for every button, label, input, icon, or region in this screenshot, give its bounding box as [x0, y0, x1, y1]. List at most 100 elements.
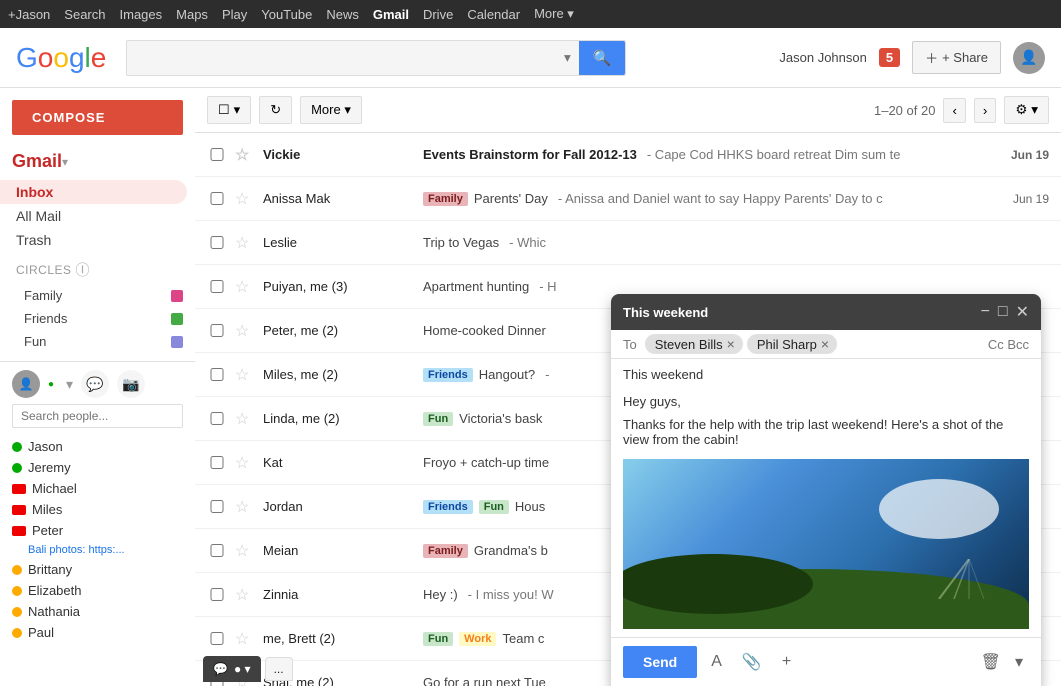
topbar-plus-jason[interactable]: +Jason — [8, 7, 50, 22]
sidebar-item-allmail[interactable]: All Mail — [0, 204, 187, 228]
star-icon[interactable]: ☆ — [235, 585, 255, 605]
compose-footer: Send A 📎 + 🗑 ▾ — [611, 637, 1041, 686]
person-item-brittany[interactable]: Brittany — [12, 559, 183, 580]
email-checkbox[interactable] — [207, 324, 227, 337]
table-row[interactable]: ☆ Leslie Trip to Vegas - Whic — [195, 221, 1061, 265]
email-checkbox[interactable] — [207, 500, 227, 513]
settings-button[interactable]: ⚙ ▾ — [1004, 96, 1049, 124]
compose-button[interactable]: COMPOSE — [12, 100, 183, 135]
checkbox-icon: ☐ — [218, 102, 230, 118]
expand-icon[interactable]: □ — [998, 303, 1008, 321]
email-checkbox[interactable] — [207, 588, 227, 601]
recipient-phil-sharp[interactable]: Phil Sharp × — [747, 334, 837, 354]
prev-page-button[interactable]: ‹ — [943, 98, 965, 123]
cloud-decoration — [879, 479, 999, 539]
people-search-input[interactable] — [12, 404, 183, 428]
star-icon[interactable]: ☆ — [235, 365, 255, 385]
email-checkbox[interactable] — [207, 412, 227, 425]
star-icon[interactable]: ☆ — [235, 189, 255, 209]
topbar-gmail[interactable]: Gmail — [373, 7, 409, 22]
email-checkbox[interactable] — [207, 456, 227, 469]
email-checkbox[interactable] — [207, 280, 227, 293]
person-item-paul[interactable]: Paul — [12, 622, 183, 643]
star-icon[interactable]: ☆ — [235, 541, 255, 561]
chat-button[interactable]: 💬 — [81, 370, 109, 398]
email-checkbox[interactable] — [207, 632, 227, 645]
insert-link-button[interactable]: + — [776, 649, 797, 675]
remove-recipient-icon[interactable]: × — [821, 336, 829, 352]
family-color — [171, 290, 183, 302]
compose-to-input[interactable] — [841, 337, 984, 352]
brittany-status-icon — [12, 565, 22, 575]
compose-header[interactable]: This weekend − □ ✕ — [611, 294, 1041, 330]
email-checkbox[interactable] — [207, 192, 227, 205]
person-item-peter[interactable]: Peter Bali photos: https:... — [12, 520, 183, 559]
notification-badge[interactable]: 5 — [879, 48, 900, 67]
topbar-search[interactable]: Search — [64, 7, 105, 22]
remove-recipient-icon[interactable]: × — [727, 336, 735, 352]
email-subject: Parents' Day — [474, 191, 548, 206]
sidebar-item-inbox[interactable]: Inbox — [0, 180, 187, 204]
minimize-icon[interactable]: − — [981, 303, 990, 321]
topbar-drive[interactable]: Drive — [423, 7, 453, 22]
email-checkbox[interactable] — [207, 368, 227, 381]
my-avatar[interactable]: 👤 — [12, 370, 40, 398]
star-icon[interactable]: ☆ — [235, 497, 255, 517]
select-all-button[interactable]: ☐ ▾ — [207, 96, 251, 124]
brittany-name: Brittany — [28, 562, 72, 577]
delete-draft-button[interactable]: 🗑 — [977, 648, 1005, 676]
circles-section: Circles ⓘ — [0, 252, 195, 284]
email-checkbox[interactable] — [207, 236, 227, 249]
avatar[interactable]: 👤 — [1013, 42, 1045, 74]
gmail-menu[interactable]: Gmail ▾ — [0, 147, 195, 180]
topbar-more[interactable]: More ▾ — [534, 6, 574, 22]
star-icon[interactable]: ☆ — [235, 321, 255, 341]
people-widget-icons: 👤 ● ▾ 💬 📷 — [12, 370, 183, 398]
person-item-jeremy[interactable]: Jeremy — [12, 457, 183, 478]
table-row[interactable]: ☆ Anissa Mak Family Parents' Day - Aniss… — [195, 177, 1061, 221]
email-snippet: - Anissa and Daniel want to say Happy Pa… — [558, 191, 883, 206]
star-icon[interactable]: ☆ — [235, 233, 255, 253]
topbar-news[interactable]: News — [326, 7, 359, 22]
person-item-elizabeth[interactable]: Elizabeth — [12, 580, 183, 601]
compose-options-button[interactable]: ▾ — [1009, 648, 1029, 676]
topbar-play[interactable]: Play — [222, 7, 247, 22]
person-item-nathania[interactable]: Nathania — [12, 601, 183, 622]
topbar-maps[interactable]: Maps — [176, 7, 208, 22]
cc-bcc-button[interactable]: Cc Bcc — [988, 337, 1029, 352]
email-checkbox[interactable] — [207, 148, 227, 161]
email-sender: Leslie — [263, 235, 423, 250]
table-row[interactable]: ☆ Vickie Events Brainstorm for Fall 2012… — [195, 133, 1061, 177]
person-item-miles[interactable]: Miles — [12, 499, 183, 520]
attach-file-button[interactable]: 📎 — [736, 648, 768, 676]
share-button[interactable]: ＋ + Share — [912, 41, 1001, 74]
sidebar-item-trash[interactable]: Trash — [0, 228, 187, 252]
send-button[interactable]: Send — [623, 646, 697, 678]
search-dropdown-button[interactable]: ▾ — [556, 50, 579, 66]
video-button[interactable]: 📷 — [117, 370, 145, 398]
recipient-steven-bills[interactable]: Steven Bills × — [645, 334, 743, 354]
star-icon[interactable]: ☆ — [235, 629, 255, 649]
user-name: Jason Johnson — [779, 50, 866, 65]
close-compose-icon[interactable]: ✕ — [1016, 302, 1029, 322]
next-page-button[interactable]: › — [974, 98, 996, 123]
star-icon[interactable]: ☆ — [235, 409, 255, 429]
sidebar-circle-fun[interactable]: Fun — [0, 330, 195, 353]
font-formatting-button[interactable]: A — [705, 649, 728, 675]
email-snippet: - — [545, 367, 549, 382]
refresh-button[interactable]: ↻ — [259, 96, 292, 124]
person-item-jason[interactable]: Jason — [12, 436, 183, 457]
topbar-youtube[interactable]: YouTube — [261, 7, 312, 22]
star-icon[interactable]: ☆ — [235, 453, 255, 473]
email-checkbox[interactable] — [207, 544, 227, 557]
search-submit-button[interactable]: 🔍 — [579, 41, 626, 75]
topbar-images[interactable]: Images — [120, 7, 163, 22]
star-icon[interactable]: ☆ — [235, 145, 255, 165]
search-input[interactable] — [127, 41, 556, 74]
person-item-michael[interactable]: Michael — [12, 478, 183, 499]
star-icon[interactable]: ☆ — [235, 277, 255, 297]
topbar-calendar[interactable]: Calendar — [467, 7, 520, 22]
sidebar-circle-family[interactable]: Family — [0, 284, 195, 307]
more-actions-button[interactable]: More ▾ — [300, 96, 362, 124]
sidebar-circle-friends[interactable]: Friends — [0, 307, 195, 330]
